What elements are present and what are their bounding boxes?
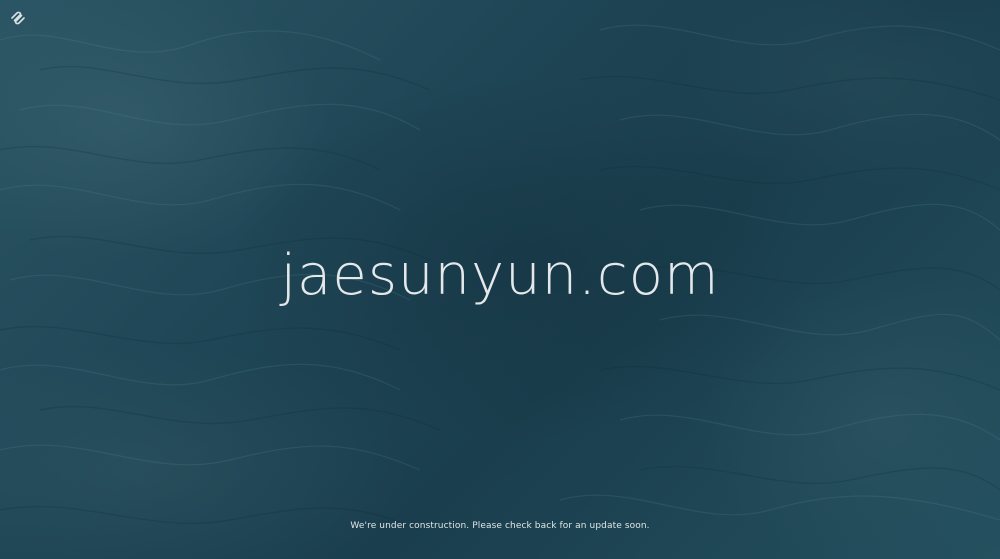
construction-message: We're under construction. Please check b… — [350, 521, 650, 531]
squarespace-logo-icon[interactable] — [9, 9, 27, 27]
site-title: jaesunyun.com — [280, 243, 720, 308]
